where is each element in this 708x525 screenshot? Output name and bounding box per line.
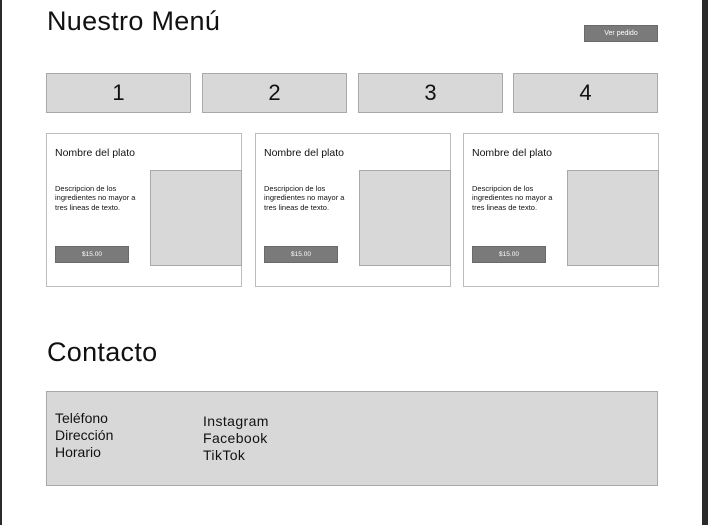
dish-price-button[interactable]: $15.00 xyxy=(55,246,129,263)
facebook-link[interactable]: Facebook xyxy=(203,430,269,447)
tiktok-link[interactable]: TikTok xyxy=(203,447,269,464)
social-links-list: Instagram Facebook TikTok xyxy=(203,413,269,464)
tab-2[interactable]: 2 xyxy=(202,73,347,113)
view-order-button[interactable]: Ver pedido xyxy=(584,25,658,42)
dish-name: Nombre del plato xyxy=(472,147,552,159)
dish-image-placeholder xyxy=(567,170,659,266)
contact-phone: Teléfono xyxy=(55,410,108,426)
contact-info-list: Teléfono Dirección Horario xyxy=(55,410,113,461)
tab-4[interactable]: 4 xyxy=(513,73,658,113)
contact-title: Contacto xyxy=(47,337,158,367)
dish-description: Descripcion de los ingredientes no mayor… xyxy=(55,184,136,212)
dish-name: Nombre del plato xyxy=(264,147,344,159)
dish-price-button[interactable]: $15.00 xyxy=(472,246,546,263)
dish-image-placeholder xyxy=(359,170,451,266)
dish-price-button[interactable]: $15.00 xyxy=(264,246,338,263)
contact-box: Teléfono Dirección Horario Instagram Fac… xyxy=(46,391,658,486)
dish-card: Nombre del plato Descripcion de los ingr… xyxy=(46,133,242,287)
contact-address: Dirección xyxy=(55,427,114,443)
dish-image-placeholder xyxy=(150,170,242,266)
instagram-link[interactable]: Instagram xyxy=(203,413,269,430)
menu-page: Nuestro Menú Ver pedido 1 2 3 4 Nombre d… xyxy=(2,0,702,525)
tab-1[interactable]: 1 xyxy=(46,73,191,113)
menu-category-tabs: 1 2 3 4 xyxy=(46,73,658,113)
contact-hours: Horario xyxy=(55,444,101,460)
dish-card: Nombre del plato Descripcion de los ingr… xyxy=(463,133,659,287)
dish-name: Nombre del plato xyxy=(55,147,135,159)
dish-description: Descripcion de los ingredientes no mayor… xyxy=(472,184,553,212)
tab-3[interactable]: 3 xyxy=(358,73,503,113)
page-title: Nuestro Menú xyxy=(47,6,221,36)
dish-card: Nombre del plato Descripcion de los ingr… xyxy=(255,133,451,287)
dish-description: Descripcion de los ingredientes no mayor… xyxy=(264,184,345,212)
